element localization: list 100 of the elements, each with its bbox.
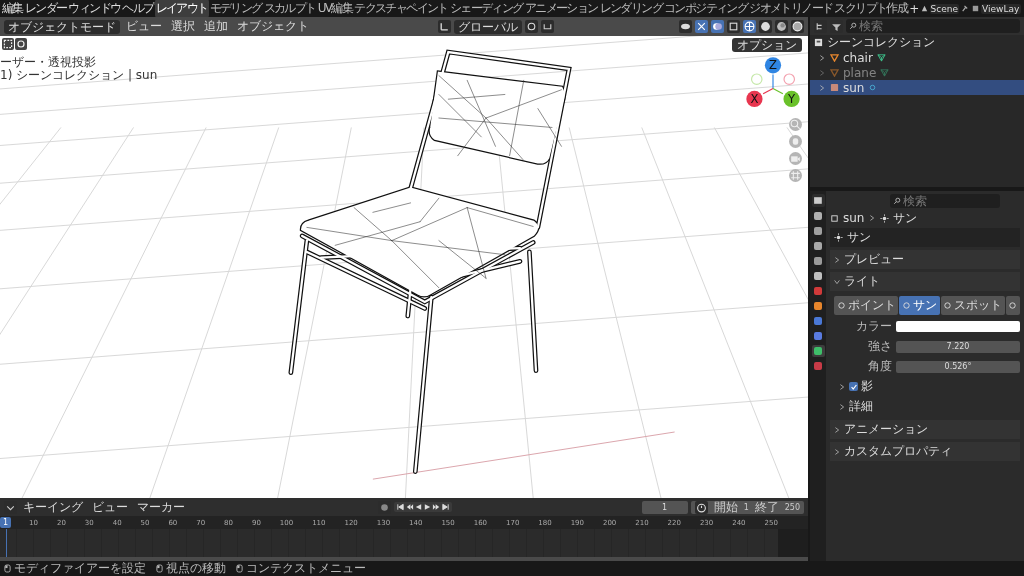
number-field[interactable]: 7.220 [896,340,1020,353]
workspace-tab[interactable]: シェーディング [448,0,524,18]
menu-item[interactable]: 追加 [201,18,231,35]
scene-selector[interactable]: Scene [929,3,960,14]
workspace-tab[interactable]: モデリング [208,0,263,18]
menu-item[interactable]: ビュー [89,498,131,516]
workspace-tab[interactable]: テクスチャペイント [353,0,449,18]
axis-label: X [750,92,759,106]
checkbox[interactable] [849,382,858,391]
menu-item[interactable]: レンダー [23,0,68,17]
object-name: chair [843,50,873,65]
negative-axis-handle[interactable] [783,73,796,85]
workspace-tab[interactable]: UV編集 [316,0,354,18]
status-hint: コンテクストメニュー [246,560,366,576]
light-type-button[interactable] [1005,296,1020,315]
workspace-tab[interactable]: ジオメトリノード [748,0,834,18]
workspace-tab[interactable]: レイアウト [154,0,209,18]
menu-item[interactable]: ウィンドウ [67,0,122,17]
outliner-item[interactable]: chair [810,50,1024,65]
add-workspace-button[interactable]: + [908,1,919,16]
start-frame-field[interactable]: 1 [743,500,749,514]
gizmo-toggle-icon[interactable] [695,20,708,33]
menu-item[interactable]: 選択 [168,18,198,35]
breadcrumb-text: サン [893,209,918,227]
menu-item[interactable]: ヘルプ [121,0,155,17]
search-field[interactable]: 検索 [846,19,1020,33]
visibility-icon[interactable] [679,20,692,33]
panel-header[interactable]: アニメーション [830,420,1020,439]
menu-item[interactable]: キーイング [20,498,86,516]
layers-icon[interactable] [971,4,981,13]
pivot-icon[interactable] [524,20,538,33]
axis-handle[interactable] [783,90,800,108]
options-dropdown[interactable]: オプション [732,38,802,52]
negative-axis-handle[interactable] [750,73,763,85]
axis-handle[interactable] [746,90,763,108]
light-type-icon [901,301,911,310]
field-label: 角度 [867,358,892,375]
rendered-shading-icon[interactable] [791,20,804,33]
pin-icon[interactable] [960,4,970,13]
object-name: plane [843,65,877,80]
overlay-toggle-icon[interactable] [711,20,724,33]
workspace-tab[interactable]: スクリプト作成 [833,0,909,18]
scene-icon[interactable] [919,4,929,13]
timeline-track[interactable] [0,529,808,561]
color-swatch[interactable] [896,321,1020,332]
workspace-tab[interactable]: コンポジティング [662,0,749,18]
field-label: 強さ [867,338,892,355]
current-frame-field[interactable]: 1 [641,500,688,514]
playhead[interactable]: 1 [0,517,12,528]
axis-label: Y [788,92,796,106]
object-name: sun [843,80,865,95]
number-field[interactable]: 0.526° [896,360,1020,373]
menu-item[interactable]: ビュー [123,18,165,35]
panel-header[interactable]: カスタムプロパティ [830,442,1020,461]
search-field[interactable]: 検索 [890,194,1000,208]
transform-orientation-icon[interactable] [437,20,451,33]
axis-lines-drawing [762,74,784,95]
panel-header[interactable]: ライト [830,272,1020,291]
select-box-icon[interactable] [2,38,14,50]
menu-item[interactable]: オブジェクト [234,18,312,35]
workspace-tab[interactable]: レンダリング [598,0,663,18]
cursor-icon[interactable] [15,38,27,50]
light-type-icon [943,301,953,310]
mesh-data-icon[interactable] [876,53,886,62]
subpanel-header[interactable]: 詳細 [834,398,1020,415]
workspace-tab[interactable]: アニメーション [523,0,599,18]
light-type-button[interactable]: サン [899,296,940,315]
workspace-tab[interactable]: スカルプト [262,0,317,18]
menu-item[interactable]: 編集 [1,0,24,17]
light-datablock-field[interactable]: サン [830,228,1020,247]
light-type-button[interactable]: スポット [940,296,1005,315]
collection-icon [814,38,823,47]
material-shading-icon[interactable] [775,20,788,33]
sun-icon [880,213,890,223]
breadcrumb-text: sun [843,211,865,225]
viewport-info-text: ーザー・透視投影 [0,56,97,69]
mesh-data-icon[interactable] [880,68,890,77]
panel-header[interactable]: プレビュー [830,250,1020,269]
snap-icon[interactable] [540,20,554,33]
xray-icon[interactable] [727,20,740,33]
view-layer-selector[interactable]: ViewLay [981,3,1022,14]
end-frame-field[interactable]: 250 [784,500,800,514]
3d-viewport[interactable]: ーザー・透視投影 1) シーンコレクション | sun オプション Z X Y [0,36,808,498]
mouse-icon [156,564,163,573]
collection-name[interactable]: シーンコレクション [827,34,935,51]
outliner-item[interactable]: sun [810,80,1024,95]
wireframe-shading-icon[interactable] [743,20,756,33]
mode-dropdown[interactable]: オブジェクトモード [4,19,120,34]
stopwatch-icon[interactable] [694,500,708,514]
menu-item[interactable]: マーカー [134,498,188,516]
orientation-dropdown[interactable]: グローバル [453,19,522,34]
solid-shading-icon[interactable] [759,20,772,33]
chevron-icon [838,402,846,411]
light-type-button[interactable]: ポイント [834,296,899,315]
light-data-icon[interactable] [868,83,878,92]
start-frame-label: 開始 [713,500,738,514]
subpanel-header[interactable]: 影 [834,378,1020,395]
axis-handle[interactable] [764,57,782,74]
outliner-item[interactable]: plane [810,65,1024,80]
editor-type-icon[interactable] [811,194,825,207]
